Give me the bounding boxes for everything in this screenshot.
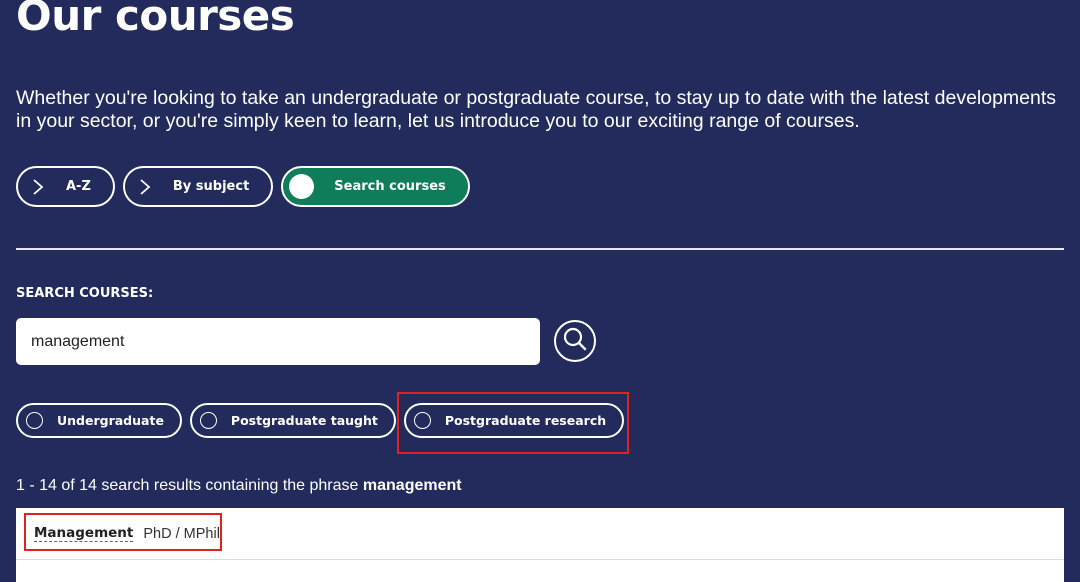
radio-icon xyxy=(413,412,431,429)
search-icon xyxy=(562,326,588,357)
filled-circle-icon xyxy=(289,174,315,199)
chevron-right-icon xyxy=(32,178,46,196)
filter-undergraduate[interactable]: Undergraduate xyxy=(16,403,182,438)
page-intro: Whether you're looking to take an underg… xyxy=(16,87,1057,132)
nav-by-subject-label: By subject xyxy=(172,179,250,194)
filter-postgraduate-taught-label: Postgraduate taught xyxy=(230,413,378,428)
radio-icon xyxy=(199,412,217,429)
page-title: Our courses xyxy=(16,0,295,40)
result-type: PhD / MPhil xyxy=(143,525,220,542)
chevron-right-icon xyxy=(139,178,153,196)
radio-icon xyxy=(26,412,43,429)
search-input[interactable] xyxy=(16,318,540,365)
results-list: Management PhD / MPhil xyxy=(16,508,1064,582)
result-title-link[interactable]: Management xyxy=(34,525,134,542)
filter-undergraduate-label: Undergraduate xyxy=(57,413,164,428)
filter-postgraduate-taught[interactable]: Postgraduate taught xyxy=(189,403,396,438)
results-summary-text: 1 - 14 of 14 search results containing t… xyxy=(16,477,359,494)
search-button[interactable] xyxy=(554,320,596,362)
filter-postgraduate-research[interactable]: Postgraduate research xyxy=(403,403,625,438)
nav-a-z-label: A-Z xyxy=(66,179,91,194)
nav-a-z-button[interactable]: A-Z xyxy=(16,166,115,207)
search-label: SEARCH COURSES: xyxy=(16,286,154,301)
section-divider xyxy=(16,248,1064,250)
course-nav: A-Z By subject Search courses xyxy=(16,166,470,207)
nav-search-courses-button[interactable]: Search courses xyxy=(281,166,470,207)
filter-postgraduate-research-label: Postgraduate research xyxy=(444,413,607,428)
result-row: Management PhD / MPhil xyxy=(16,508,1064,560)
level-filters: Undergraduate Postgraduate taught Postgr… xyxy=(16,403,625,438)
nav-by-subject-button[interactable]: By subject xyxy=(122,166,274,207)
results-summary: 1 - 14 of 14 search results containing t… xyxy=(16,477,462,495)
results-summary-term: management xyxy=(362,477,462,494)
nav-search-courses-label: Search courses xyxy=(334,179,446,194)
